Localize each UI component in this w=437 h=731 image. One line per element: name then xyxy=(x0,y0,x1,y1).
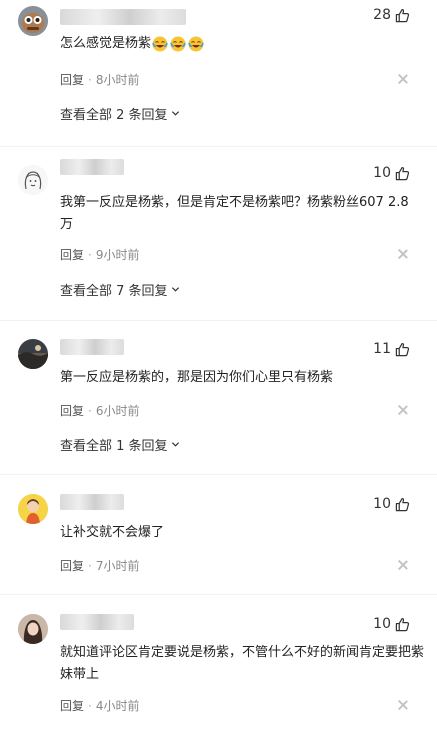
like-count: 10 xyxy=(373,496,391,512)
emoji-group xyxy=(152,36,204,52)
thumbs-up-icon xyxy=(395,497,410,511)
divider xyxy=(0,474,437,475)
reply-button[interactable]: 回复 xyxy=(60,71,84,88)
comment-meta: 回复 · 8小时前 xyxy=(60,71,139,88)
avatar-image xyxy=(18,165,48,195)
like-button[interactable]: 10 xyxy=(373,616,410,632)
close-icon[interactable] xyxy=(398,700,408,710)
username-blurred[interactable] xyxy=(60,159,124,175)
avatar[interactable] xyxy=(18,614,48,644)
comment-text: 就知道评论区肯定要说是杨紫，不管什么不好的新闻肯定要把紫妹带上 xyxy=(60,642,424,686)
separator-dot: · xyxy=(88,403,92,418)
comment-text-content: 第一反应是杨紫的，那是因为你们心里只有杨紫 xyxy=(60,370,334,385)
avatar-image xyxy=(18,614,48,644)
chevron-down-icon xyxy=(171,111,179,116)
crying-laugh-emoji-icon xyxy=(170,36,186,51)
close-icon[interactable] xyxy=(398,74,408,84)
avatar[interactable] xyxy=(18,494,48,524)
like-button[interactable]: 10 xyxy=(373,496,410,512)
comment-text-content: 我第一反应是杨紫，但是肯定不是杨紫吧？杨紫粉丝607 2.8万 xyxy=(60,195,409,232)
thumbs-up-icon xyxy=(395,617,410,631)
like-count: 10 xyxy=(373,616,391,632)
like-button[interactable]: 10 xyxy=(373,165,410,181)
comment-text: 第一反应是杨紫的，那是因为你们心里只有杨紫 xyxy=(60,367,422,389)
timestamp: 9小时前 xyxy=(95,248,140,262)
comment-text: 让补交就不会爆了 xyxy=(60,522,422,544)
avatar[interactable] xyxy=(18,6,48,36)
avatar-image xyxy=(18,494,48,524)
timestamp: 6小时前 xyxy=(95,404,140,418)
comment-meta: 回复 · 6小时前 xyxy=(60,402,139,419)
like-count: 28 xyxy=(373,7,391,23)
comment-text-content: 就知道评论区肯定要说是杨紫，不管什么不好的新闻肯定要把紫妹带上 xyxy=(60,645,425,682)
crying-laugh-emoji-icon xyxy=(188,36,204,51)
close-icon[interactable] xyxy=(398,405,408,415)
thumbs-up-icon xyxy=(395,166,410,180)
like-button[interactable]: 28 xyxy=(373,7,410,23)
separator-dot: · xyxy=(88,698,92,713)
separator-dot: · xyxy=(88,72,92,87)
expand-replies-label: 查看全部 2 条回复 xyxy=(60,108,168,123)
comment-meta: 回复 · 7小时前 xyxy=(60,557,139,574)
comment-text-content: 怎么感觉是杨紫 xyxy=(60,36,152,51)
username-blurred[interactable] xyxy=(60,494,124,510)
expand-replies-button[interactable]: 查看全部 7 条回复 xyxy=(60,280,180,299)
reply-button[interactable]: 回复 xyxy=(60,697,84,714)
reply-button[interactable]: 回复 xyxy=(60,246,84,263)
close-icon[interactable] xyxy=(398,249,408,259)
avatar-image xyxy=(18,339,48,369)
timestamp: 8小时前 xyxy=(95,73,140,87)
comment-text: 我第一反应是杨紫，但是肯定不是杨紫吧？杨紫粉丝607 2.8万 xyxy=(60,192,412,236)
avatar[interactable] xyxy=(18,339,48,369)
avatar-image xyxy=(18,6,48,36)
reply-button[interactable]: 回复 xyxy=(60,402,84,419)
like-button[interactable]: 11 xyxy=(373,341,410,357)
divider xyxy=(0,146,437,147)
expand-replies-label: 查看全部 7 条回复 xyxy=(60,284,168,299)
comment-text-content: 让补交就不会爆了 xyxy=(60,525,165,540)
comment-text: 怎么感觉是杨紫 xyxy=(60,33,422,55)
divider xyxy=(0,594,437,595)
like-count: 11 xyxy=(373,341,391,357)
like-count: 10 xyxy=(373,165,391,181)
username-blurred[interactable] xyxy=(60,339,124,355)
expand-replies-label: 查看全部 1 条回复 xyxy=(60,439,168,454)
timestamp: 4小时前 xyxy=(95,699,140,713)
crying-laugh-emoji-icon xyxy=(152,36,168,51)
separator-dot: · xyxy=(88,558,92,573)
username-blurred[interactable] xyxy=(60,614,134,630)
close-icon[interactable] xyxy=(398,560,408,570)
timestamp: 7小时前 xyxy=(95,559,140,573)
chevron-down-icon xyxy=(171,287,179,292)
comment-meta: 回复 · 4小时前 xyxy=(60,697,139,714)
thumbs-up-icon xyxy=(395,8,410,22)
separator-dot: · xyxy=(88,247,92,262)
comment-meta: 回复 · 9小时前 xyxy=(60,246,139,263)
avatar[interactable] xyxy=(18,165,48,195)
expand-replies-button[interactable]: 查看全部 1 条回复 xyxy=(60,435,180,454)
username-blurred[interactable] xyxy=(60,9,186,25)
thumbs-up-icon xyxy=(395,342,410,356)
reply-button[interactable]: 回复 xyxy=(60,557,84,574)
chevron-down-icon xyxy=(171,442,179,447)
expand-replies-button[interactable]: 查看全部 2 条回复 xyxy=(60,104,180,123)
divider xyxy=(0,320,437,321)
